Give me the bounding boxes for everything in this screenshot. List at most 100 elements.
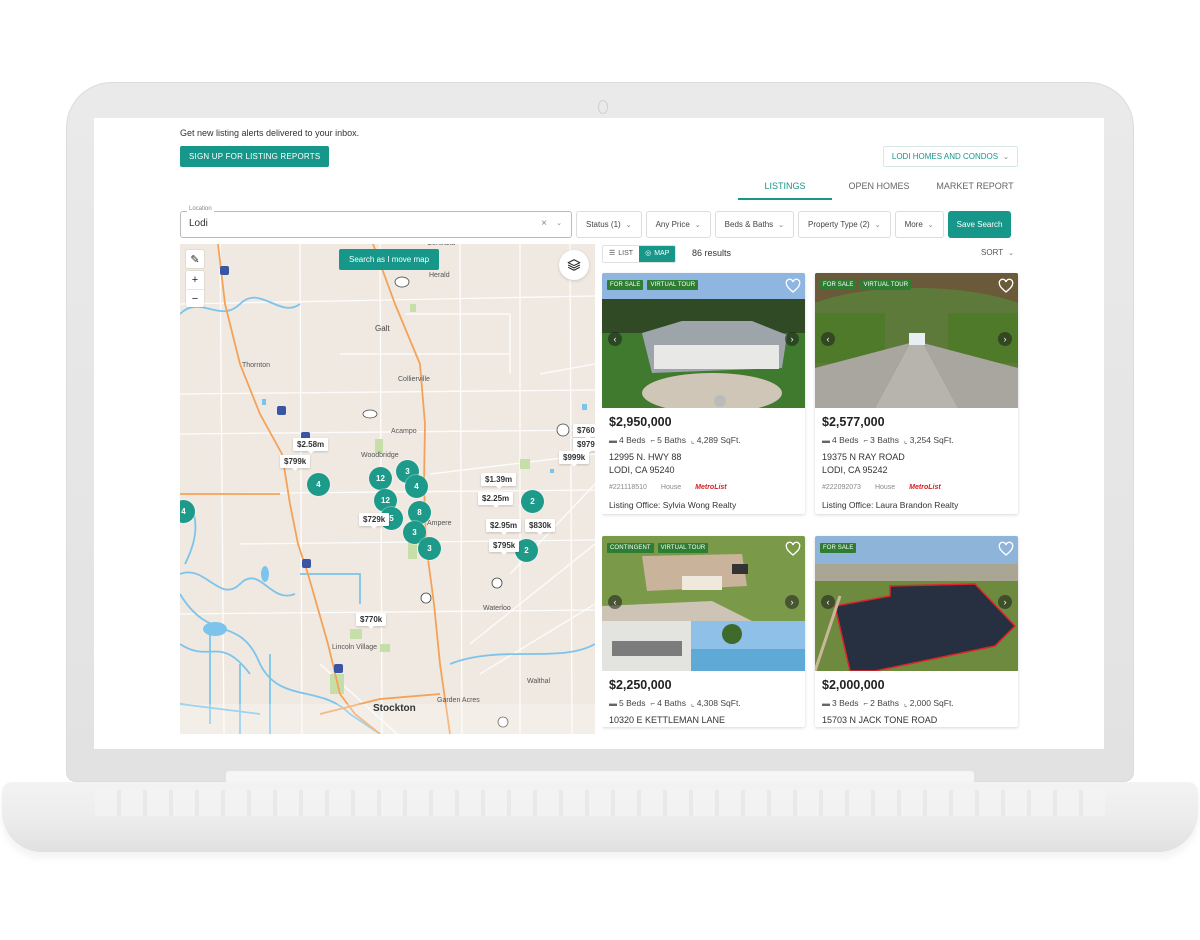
beds-baths-filter-button[interactable]: Beds & Baths ⌄ [714,211,795,238]
area-select-dropdown[interactable]: LODI HOMES AND CONDOS ⌄ [882,146,1018,167]
listing-address-line1[interactable]: 15703 N JACK TONE ROAD [822,714,1011,727]
mls-number: #222092073 [822,484,861,491]
chevron-left-icon[interactable]: ‹ [608,595,622,609]
pencil-icon[interactable]: ✎ [186,250,204,268]
map-view[interactable]: Centralia Herald Galt Thornton Colliervi… [180,244,595,734]
beds: 4 Beds [832,435,859,445]
property-type-filter-button[interactable]: Property Type (2) ⌄ [798,211,891,238]
status-badge: CONTINGENT [607,543,654,553]
map-price-pin[interactable]: $2.25m [478,492,514,508]
sqft: 2,000 SqFt. [909,698,954,708]
map-cluster[interactable]: 4 [307,473,330,496]
map-price-pin[interactable]: $770k [356,613,387,629]
listing-photo[interactable]: FOR SALE VIRTUAL TOUR ‹ › [815,273,1018,408]
map-price-pin[interactable]: $799k [280,455,311,471]
status-badge: FOR SALE [820,543,857,553]
map-place-label: Collierville [398,376,430,383]
location-label: Location [187,206,214,212]
save-search-button[interactable]: Save Search [947,211,1012,238]
search-as-move-button[interactable]: Search as I move map [339,249,440,270]
listing-card[interactable]: FOR SALE VIRTUAL TOUR ‹ › $2,577,000 ▬ 4 … [815,273,1018,514]
chevron-down-icon: ⌄ [927,222,934,229]
chevron-left-icon[interactable]: ‹ [821,332,835,346]
location-input[interactable] [189,218,519,229]
listing-card[interactable]: CONTINGENT VIRTUAL TOUR ‹ › $2,250,000 ▬… [602,536,805,727]
listing-card[interactable]: FOR SALE VIRTUAL TOUR ‹ › $2,950,000 ▬ 4 … [602,273,805,514]
map-cluster[interactable]: 4 [405,475,428,498]
badge-group: FOR SALE VIRTUAL TOUR [607,280,699,290]
tab-market-report[interactable]: MARKET REPORT [926,176,1018,200]
location-field[interactable]: Location × ⌄ [180,206,572,238]
listing-photo[interactable]: CONTINGENT VIRTUAL TOUR ‹ › [602,536,805,671]
bed-icon: ▬ [609,436,617,445]
heart-icon[interactable] [785,278,801,294]
listing-price: $2,250,000 [609,678,672,692]
listing-alert-text: Get new listing alerts delivered to your… [180,128,360,138]
map-price-pin[interactable]: $760k [573,424,595,440]
layers-button[interactable] [559,250,589,280]
tab-open-homes[interactable]: OPEN HOMES [832,176,926,200]
chevron-right-icon[interactable]: › [785,332,799,346]
map-price-pin[interactable]: $729k [359,513,390,529]
chevron-down-icon: ⌄ [874,222,881,229]
laptop-keyboard [95,790,1105,816]
map-cluster[interactable]: 12 [369,467,392,490]
map-pin-icon: ◎ [645,250,652,257]
map-place-label: Centralia [427,244,455,247]
listing-card[interactable]: FOR SALE ‹ › $2,000,000 ▬ 3 Beds ⌐ 2 Baths… [815,536,1018,727]
chevron-left-icon[interactable]: ‹ [608,332,622,346]
map-price-pin[interactable]: $979k [573,438,595,454]
laptop-camera [598,100,608,114]
status-filter-button[interactable]: Status (1) ⌄ [576,211,642,238]
results-toolbar: ☰ LIST ◎ MAP 86 results SORT ⌄ [602,244,1018,266]
signup-listing-reports-button[interactable]: SIGN UP FOR LISTING REPORTS [180,146,330,167]
tab-bar: LISTINGS OPEN HOMES MARKET REPORT [738,176,1018,200]
price-filter-button[interactable]: Any Price ⌄ [645,211,711,238]
zoom-out-button[interactable]: − [186,289,204,307]
bath-icon: ⌐ [650,699,656,708]
chevron-right-icon[interactable]: › [785,595,799,609]
listing-address-line1[interactable]: 10320 E KETTLEMAN LANE [609,714,798,727]
more-filter-button[interactable]: More ⌄ [894,211,944,238]
map-cluster[interactable]: 2 [521,490,544,513]
listing-photo[interactable]: FOR SALE ‹ › [815,536,1018,671]
listing-photo-image [815,273,1018,408]
listing-photo[interactable]: FOR SALE VIRTUAL TOUR ‹ › [602,273,805,408]
list-view-button[interactable]: ☰ LIST [603,246,639,262]
laptop-screen: Get new listing alerts delivered to your… [94,118,1104,749]
view-toggle: ☰ LIST ◎ MAP [602,245,677,263]
virtual-tour-badge: VIRTUAL TOUR [647,280,699,290]
heart-icon[interactable] [785,541,801,557]
map-price-pin[interactable]: $999k [559,451,590,467]
clear-icon[interactable]: × [541,218,547,229]
map-price-pin[interactable]: $2.58m [293,438,329,454]
sqft: 4,289 SqFt. [696,435,741,445]
zoom-in-button[interactable]: + [186,271,204,289]
result-count: 86 results [692,248,732,258]
chevron-right-icon[interactable]: › [998,332,1012,346]
listing-office: Listing Office: Sylvia Wong Realty [609,500,737,510]
tab-listings[interactable]: LISTINGS [738,176,832,200]
bed-icon: ▬ [822,699,830,708]
area-icon: ⌞ [903,699,908,708]
listing-specs: ▬ 4 Beds ⌐ 3 Baths ⌞ 3,254 SqFt. [822,435,1011,445]
map-cluster[interactable]: 3 [418,537,441,560]
virtual-tour-badge: VIRTUAL TOUR [657,543,709,553]
sort-dropdown[interactable]: SORT ⌄ [981,248,1014,257]
heart-icon[interactable] [998,541,1014,557]
sqft: 4,308 SqFt. [696,698,741,708]
beds: 3 Beds [832,698,859,708]
status-badge: FOR SALE [607,280,644,290]
area-icon: ⌞ [690,699,695,708]
heart-icon[interactable] [998,278,1014,294]
map-price-pin[interactable]: $830k [525,519,556,535]
map-price-pin[interactable]: $795k [489,539,520,555]
chevron-left-icon[interactable]: ‹ [821,595,835,609]
listing-address-line1[interactable]: 19375 N RAY ROAD [822,451,1011,464]
chevron-right-icon[interactable]: › [998,595,1012,609]
chevron-down-icon[interactable]: ⌄ [556,219,562,227]
map-price-pin[interactable]: $1.39m [481,473,517,489]
map-price-pin[interactable]: $2.95m [486,519,522,535]
map-view-button[interactable]: ◎ MAP [639,246,676,262]
listing-address-line1[interactable]: 12995 N. HWY 88 [609,451,798,464]
